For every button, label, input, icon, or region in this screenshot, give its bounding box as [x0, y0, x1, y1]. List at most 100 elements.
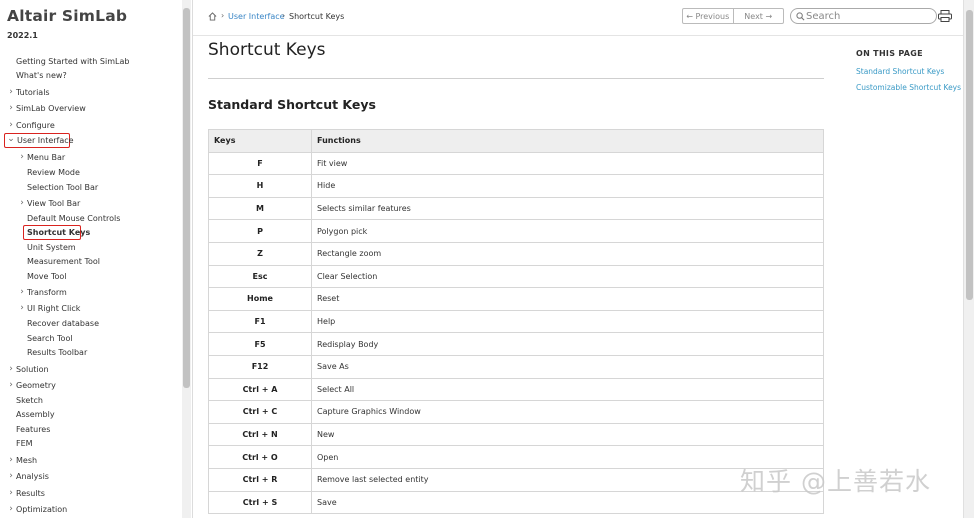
sidebar-item-review-mode[interactable]: Review Mode — [27, 167, 80, 178]
sidebar-item-results-toolbar[interactable]: Results Toolbar — [27, 347, 87, 358]
sidebar-item-assembly[interactable]: Assembly — [16, 409, 55, 420]
chevron-right-icon[interactable]: › — [7, 87, 15, 98]
table-row: F12 Save As — [208, 354, 824, 379]
sidebar-item-tutorials[interactable]: › Tutorials — [9, 87, 49, 98]
sidebar-item-label: SimLab Overview — [16, 104, 86, 113]
chevron-down-icon[interactable]: ⌄ — [7, 134, 15, 145]
sidebar-item-label: Selection Tool Bar — [27, 183, 99, 192]
sidebar-item-features[interactable]: Features — [16, 424, 50, 435]
sidebar-item-unit-system[interactable]: Unit System — [27, 242, 76, 253]
sidebar-item-recover-database[interactable]: Recover database — [27, 318, 99, 329]
sidebar-item-geometry[interactable]: › Geometry — [9, 380, 56, 391]
shortcut-keys-table: Keys Functions F Fit view H Hide M Selects … — [208, 129, 824, 515]
sidebar-item-mesh[interactable]: › Mesh — [9, 455, 37, 466]
sidebar-item-fem[interactable]: FEM — [16, 438, 33, 449]
table-row: Ctrl + R Remove last selected entity — [208, 467, 824, 492]
chevron-right-icon[interactable]: › — [7, 120, 15, 131]
key-cell: Z — [208, 241, 312, 266]
pager: ← Previous Next → — [682, 8, 784, 24]
sidebar-item-getting-started[interactable]: Getting Started with SimLab — [16, 56, 129, 67]
sidebar-scrollbar[interactable] — [182, 0, 191, 518]
page-scrollbar[interactable] — [963, 0, 974, 518]
table-row: Ctrl + C Capture Graphics Window — [208, 400, 824, 424]
chevron-right-icon[interactable]: › — [18, 287, 26, 298]
function-cell: Select All — [311, 377, 824, 402]
sidebar-item-label: Transform — [27, 288, 67, 297]
sidebar-item-view-tool-bar[interactable]: › View Tool Bar — [20, 198, 80, 209]
table-row: Ctrl + N New — [208, 422, 824, 447]
sidebar-item-label: Review Mode — [27, 168, 80, 177]
page-scrollbar-thumb[interactable] — [966, 10, 973, 300]
chevron-right-icon[interactable]: › — [7, 504, 15, 515]
sidebar-item-label: UI Right Click — [27, 304, 81, 313]
sidebar-item-label: Measurement Tool — [27, 257, 101, 266]
key-cell: Home — [208, 287, 312, 311]
sidebar-item-transform[interactable]: › Transform — [20, 287, 67, 298]
sidebar-item-configure[interactable]: › Configure — [9, 120, 55, 131]
function-cell: Redisplay Body — [311, 332, 824, 356]
chevron-right-icon[interactable]: › — [7, 364, 15, 375]
sidebar-item-solution[interactable]: › Solution — [9, 364, 49, 375]
sidebar-item-label: Configure — [16, 121, 55, 130]
print-icon[interactable] — [938, 10, 952, 22]
sidebar-item-shortcut-keys[interactable]: Shortcut Keys — [23, 225, 90, 240]
sidebar-item-whats-new[interactable]: What's new? — [16, 70, 67, 81]
sidebar-item-label: User Interface — [17, 136, 74, 145]
app-logo[interactable]: Altair SimLab — [7, 7, 127, 25]
watermark: 知乎 @上善若水 — [740, 467, 931, 496]
sidebar-scrollbar-thumb[interactable] — [183, 8, 190, 388]
sidebar-item-simlab-overview[interactable]: › SimLab Overview — [9, 103, 86, 114]
sidebar-item-label: Move Tool — [27, 272, 67, 281]
sidebar-item-results[interactable]: › Results — [9, 488, 45, 499]
sidebar-item-selection-tool-bar[interactable]: Selection Tool Bar — [27, 182, 98, 193]
sidebar-item-label: Assembly — [16, 410, 55, 419]
chevron-right-icon[interactable]: › — [7, 488, 15, 499]
sidebar-item-label: Solution — [16, 365, 49, 374]
sidebar-item-label: Shortcut Keys — [27, 228, 91, 237]
sidebar-item-menu-bar[interactable]: › Menu Bar — [20, 152, 65, 163]
chevron-right-icon[interactable]: › — [7, 103, 15, 114]
sidebar-item-sketch[interactable]: Sketch — [16, 395, 43, 406]
on-this-page-heading: ON THIS PAGE — [856, 49, 923, 58]
sidebar-item-optimization[interactable]: › Optimization — [9, 504, 67, 515]
chevron-right-icon[interactable]: › — [18, 152, 26, 163]
breadcrumb-link-user-interface[interactable]: User Interface — [228, 12, 285, 22]
sidebar-item-default-mouse-controls[interactable]: Default Mouse Controls — [27, 213, 120, 224]
sidebar-item-analysis[interactable]: › Analysis — [9, 471, 49, 482]
page-title: Shortcut Keys — [208, 40, 326, 60]
function-cell: Clear Selection — [311, 264, 824, 289]
chevron-right-icon[interactable]: › — [7, 471, 15, 482]
sidebar-item-move-tool[interactable]: Move Tool — [27, 271, 67, 282]
sidebar-item-user-interface[interactable]: ⌄ User Interface — [4, 133, 74, 148]
search-icon — [796, 12, 805, 21]
sidebar-item-measurement-tool[interactable]: Measurement Tool — [27, 256, 100, 267]
sidebar-item-label: Results Toolbar — [27, 348, 88, 357]
key-cell: H — [208, 174, 312, 198]
chevron-right-icon[interactable]: › — [7, 380, 15, 391]
search-input[interactable] — [806, 10, 926, 23]
function-cell: Rectangle zoom — [311, 241, 824, 266]
table-row: P Polygon pick — [208, 219, 824, 243]
sidebar-item-ui-right-click[interactable]: › UI Right Click — [20, 303, 81, 314]
sidebar-item-search-tool[interactable]: Search Tool — [27, 333, 73, 344]
key-cell: F5 — [208, 332, 312, 356]
breadcrumb-separator: › — [221, 11, 225, 20]
table-row: H Hide — [208, 174, 824, 198]
function-cell: Capture Graphics Window — [311, 400, 824, 424]
search-box[interactable] — [790, 8, 937, 24]
function-cell: Reset — [311, 287, 824, 311]
next-button[interactable]: Next → — [732, 9, 784, 23]
function-cell: Save As — [311, 354, 824, 379]
column-header-keys: Keys — [208, 129, 312, 153]
divider — [208, 78, 824, 79]
home-icon[interactable] — [208, 12, 217, 21]
chevron-right-icon[interactable]: › — [18, 198, 26, 209]
toc-link-customizable-shortcut-keys[interactable]: Customizable Shortcut Keys — [856, 83, 961, 92]
key-cell: Ctrl + A — [208, 377, 312, 402]
chevron-right-icon[interactable]: › — [18, 303, 26, 314]
previous-button[interactable]: ← Previous — [683, 9, 733, 23]
column-header-functions: Functions — [311, 129, 824, 153]
function-cell: Selects similar features — [311, 196, 824, 221]
chevron-right-icon[interactable]: › — [7, 455, 15, 466]
toc-link-standard-shortcut-keys[interactable]: Standard Shortcut Keys — [856, 67, 944, 76]
